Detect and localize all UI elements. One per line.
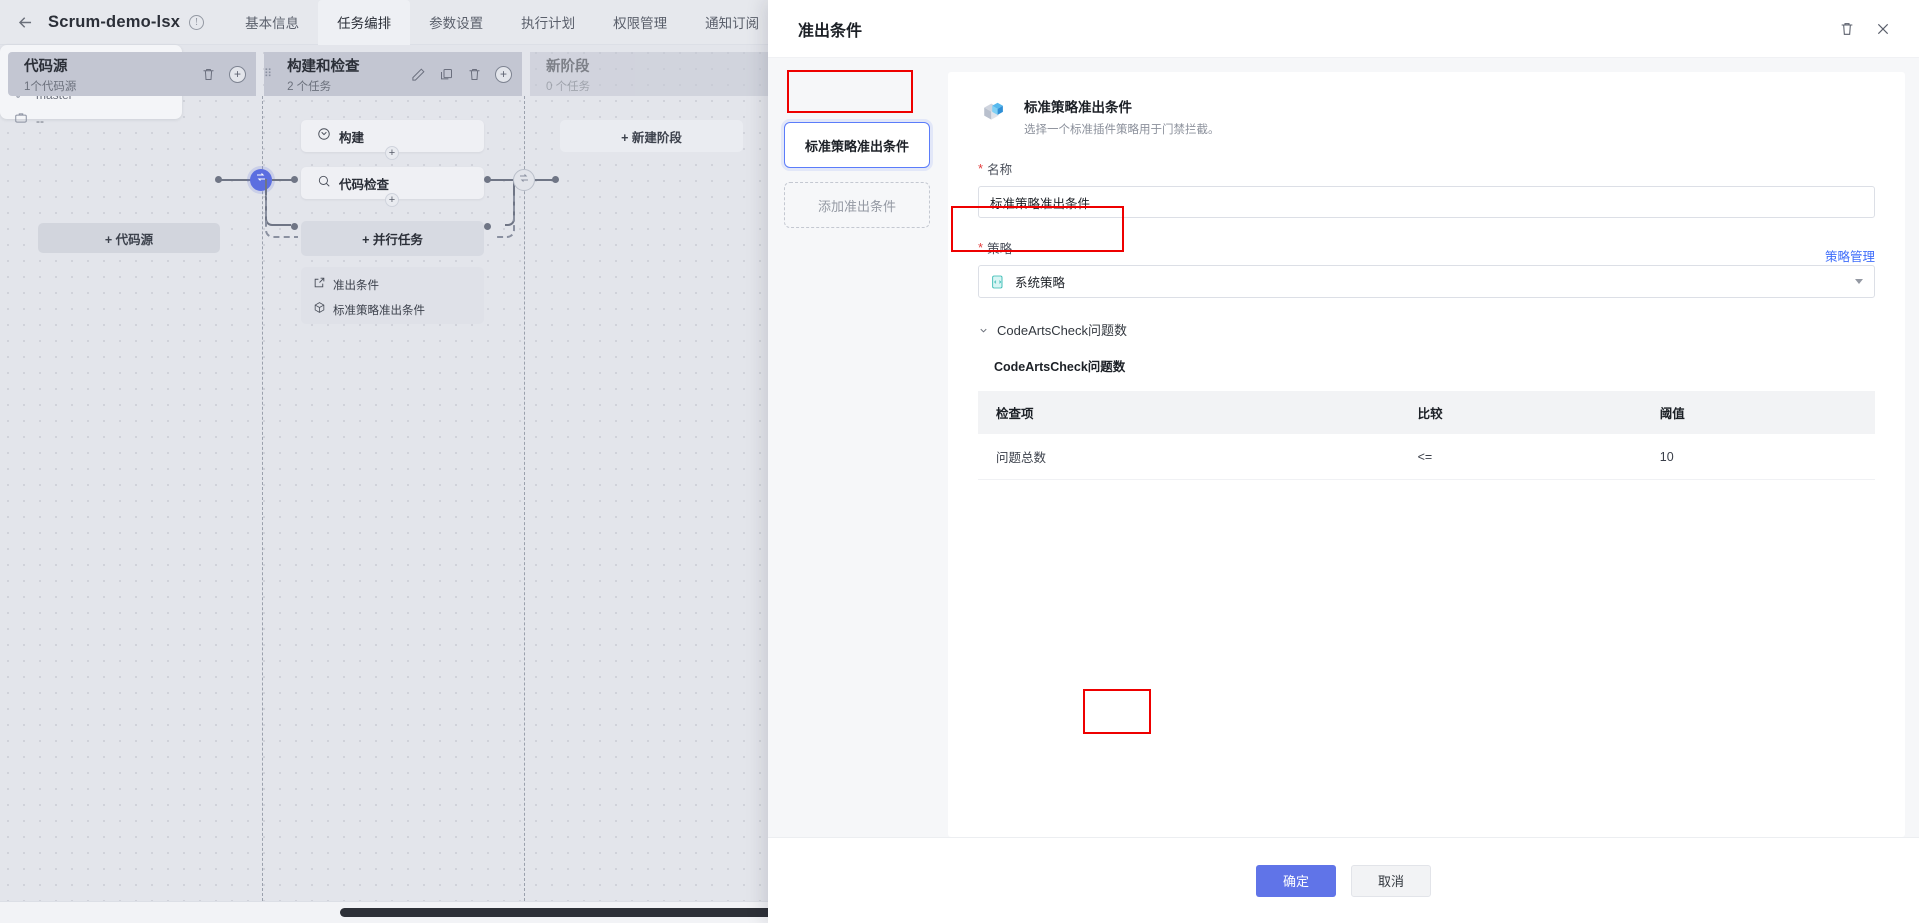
name-input[interactable] xyxy=(978,186,1875,218)
policy-selected-value: 系统策略 xyxy=(1015,272,1065,291)
add-parallel-task-button[interactable]: + 并行任务 xyxy=(301,221,484,256)
column-header-threshold: 阈值 xyxy=(1642,391,1875,434)
policy-label-text: 策略 xyxy=(987,238,1012,257)
stage-header-build-check: ⠿ 构建和检查 2 个任务 xyxy=(264,52,522,96)
exit-condition-title: 准出条件 xyxy=(333,277,379,293)
back-arrow-icon[interactable] xyxy=(14,11,36,33)
tab-execution-plan[interactable]: 执行计划 xyxy=(502,0,594,45)
add-stage-icon[interactable]: + xyxy=(229,66,246,83)
trash-icon[interactable] xyxy=(467,67,482,82)
tab-permission[interactable]: 权限管理 xyxy=(594,0,686,45)
close-icon[interactable] xyxy=(1875,21,1891,37)
connector-dot xyxy=(552,176,559,183)
side-item-label: 标准策略准出条件 xyxy=(805,136,909,155)
required-marker: * xyxy=(978,162,983,175)
dialog-footer: 确定 取消 xyxy=(768,837,1919,923)
dialog-body: 标准策略准出条件 添加准出条件 xyxy=(768,58,1919,837)
policy-cube-icon xyxy=(313,301,326,319)
plugin-name: 标准策略准出条件 xyxy=(1024,96,1220,116)
copy-icon[interactable] xyxy=(439,67,454,82)
group-sub-label: CodeArtsCheck问题数 xyxy=(994,356,1875,375)
add-code-source-button[interactable]: + 代码源 xyxy=(38,223,220,253)
page-title: Scrum-demo-lsx xyxy=(48,13,180,32)
info-icon[interactable]: ! xyxy=(189,15,204,30)
add-task-icon[interactable]: + xyxy=(385,193,399,207)
dialog-title: 准出条件 xyxy=(798,17,862,41)
main-tabs: 基本信息 任务编排 参数设置 执行计划 权限管理 通知订阅 xyxy=(226,0,778,45)
side-item-add-exit-condition[interactable]: 添加准出条件 xyxy=(784,182,930,228)
stage-header-code-source: 代码源 1个代码源 + xyxy=(8,52,256,96)
dialog-header: 准出条件 xyxy=(768,0,1919,58)
document-policy-icon xyxy=(990,274,1006,290)
exit-condition-item: 标准策略准出条件 xyxy=(333,302,425,318)
connector-dot xyxy=(291,176,298,183)
condition-side-list: 标准策略准出条件 添加准出条件 xyxy=(784,72,930,837)
column-header-comparison: 比较 xyxy=(1400,391,1642,434)
policy-select[interactable]: 系统策略 xyxy=(978,265,1875,298)
table-header-row: 检查项 比较 阈值 xyxy=(978,391,1875,434)
stage-divider xyxy=(262,96,263,901)
tab-basic-info[interactable]: 基本信息 xyxy=(226,0,318,45)
policy-field-label: * 策略 xyxy=(978,238,1012,257)
side-item-label: 添加准出条件 xyxy=(818,196,896,215)
sync-node-icon[interactable] xyxy=(513,169,535,191)
plugin-description: 选择一个标准插件策略用于门禁拦截。 xyxy=(1024,121,1220,137)
exit-condition-card[interactable]: 准出条件 标准策略准出条件 xyxy=(301,267,484,324)
tab-notification[interactable]: 通知订阅 xyxy=(686,0,778,45)
stage-divider xyxy=(524,96,525,901)
plugin-cube-icon xyxy=(978,97,1010,129)
stage-subtitle: 1个代码源 xyxy=(24,78,76,94)
tag-value: -- xyxy=(36,114,44,128)
task-label: 代码检查 xyxy=(339,174,389,193)
name-field-label: * 名称 xyxy=(978,159,1875,178)
name-field-block: * 名称 xyxy=(978,159,1875,218)
build-icon xyxy=(317,127,331,146)
drag-handle-icon[interactable]: ⠿ xyxy=(264,71,271,78)
connector-elbow-dashed xyxy=(265,195,298,238)
policy-field-block: * 策略 策略管理 xyxy=(978,238,1875,298)
tab-param-settings[interactable]: 参数设置 xyxy=(410,0,502,45)
edit-pencil-icon[interactable] xyxy=(411,67,426,82)
chevron-down-icon[interactable] xyxy=(1855,279,1863,284)
policy-management-link[interactable]: 策略管理 xyxy=(1825,246,1875,265)
tag-icon xyxy=(14,111,28,130)
add-task-icon[interactable]: + xyxy=(385,146,399,160)
group-label: CodeArtsCheck问题数 xyxy=(997,320,1127,339)
stage-title: 代码源 xyxy=(24,55,76,76)
group-header-codeartscheck[interactable]: CodeArtsCheck问题数 xyxy=(978,320,1875,339)
stage-title: 新阶段 xyxy=(546,55,590,76)
cancel-button[interactable]: 取消 xyxy=(1351,865,1431,897)
required-marker: * xyxy=(978,241,983,254)
connector-dot xyxy=(484,223,491,230)
code-check-icon xyxy=(317,174,331,193)
chevron-down-icon[interactable] xyxy=(978,324,989,335)
task-label: 构建 xyxy=(339,127,364,146)
exit-condition-dialog: 准出条件 标准策略准出条件 添加准出条件 xyxy=(768,0,1919,923)
stage-subtitle: 0 个任务 xyxy=(546,78,590,94)
confirm-button[interactable]: 确定 xyxy=(1256,865,1336,897)
table-row: 问题总数 <= 10 xyxy=(978,434,1875,480)
stage-header-new-stage: 新阶段 0 个任务 xyxy=(530,52,770,96)
stage-subtitle: 2 个任务 xyxy=(287,78,360,94)
trash-icon[interactable] xyxy=(1839,21,1855,37)
connector-elbow-dashed xyxy=(495,195,515,238)
threshold-table: 检查项 比较 阈值 问题总数 <= 10 xyxy=(978,391,1875,480)
add-stage-icon[interactable]: + xyxy=(495,66,512,83)
cell-check-item: 问题总数 xyxy=(978,434,1400,480)
column-header-check-item: 检查项 xyxy=(978,391,1400,434)
plugin-header: 标准策略准出条件 选择一个标准插件策略用于门禁拦截。 xyxy=(978,96,1875,137)
cell-comparison: <= xyxy=(1400,434,1642,480)
connector-line xyxy=(219,179,251,181)
name-label-text: 名称 xyxy=(987,159,1012,178)
trash-icon[interactable] xyxy=(201,67,216,82)
exit-condition-icon xyxy=(313,276,326,294)
condition-detail-panel: 标准策略准出条件 选择一个标准插件策略用于门禁拦截。 * 名称 * xyxy=(948,72,1905,837)
stage-title: 构建和检查 xyxy=(287,55,360,76)
add-new-stage-button[interactable]: + 新建阶段 xyxy=(560,120,743,152)
tab-task-orchestration[interactable]: 任务编排 xyxy=(318,0,410,45)
cell-threshold: 10 xyxy=(1642,434,1875,480)
side-item-standard-policy-exit-condition[interactable]: 标准策略准出条件 xyxy=(784,122,930,168)
